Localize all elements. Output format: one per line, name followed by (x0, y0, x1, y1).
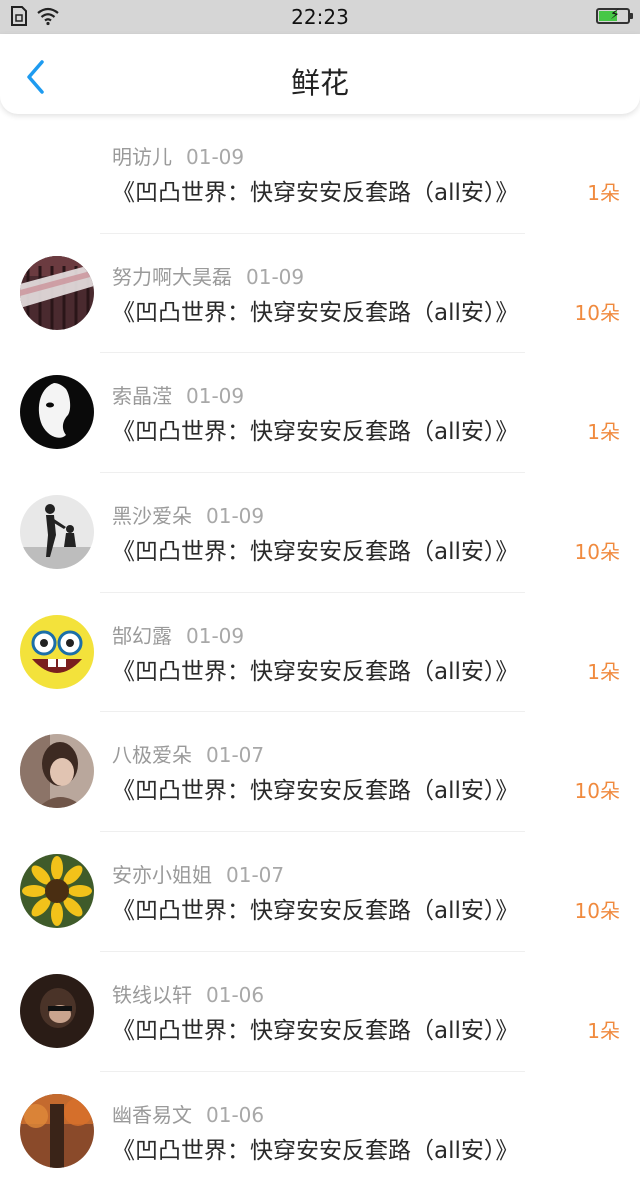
flower-count: 10朵 (575, 895, 620, 924)
avatar[interactable] (20, 615, 94, 689)
flower-count: 1朵 (587, 1015, 620, 1044)
user-name[interactable]: 郜幻露 (112, 624, 172, 648)
user-name[interactable]: 八极爱朵 (112, 743, 192, 767)
gift-date: 01-07 (226, 863, 284, 887)
avatar[interactable] (20, 256, 94, 330)
battery-icon: ⚡ (596, 8, 630, 24)
avatar[interactable] (20, 495, 94, 569)
list-item[interactable]: 努力啊大昊磊 01-09 《凹凸世界：快穿安安反套路（all安）》 10朵 (0, 234, 640, 354)
avatar[interactable] (20, 974, 94, 1048)
flower-count: 10朵 (575, 297, 620, 326)
book-title: 《凹凸世界：快穿安安反套路（all安）》 (112, 1131, 518, 1165)
list-item[interactable]: 黑沙爱朵 01-09 《凹凸世界：快穿安安反套路（all安）》 10朵 (0, 473, 640, 593)
list-item[interactable]: 八极爱朵 01-07 《凹凸世界：快穿安安反套路（all安）》 10朵 (0, 712, 640, 832)
status-time: 22:23 (0, 5, 640, 29)
flower-count: 1朵 (587, 656, 620, 685)
list-item[interactable]: 幽香易文 01-06 《凹凸世界：快穿安安反套路（all安）》 (0, 1072, 640, 1191)
gift-date: 01-09 (186, 145, 244, 169)
user-name[interactable]: 明访儿 (112, 145, 172, 169)
flower-count: 1朵 (587, 177, 620, 206)
user-name[interactable]: 努力啊大昊磊 (112, 265, 232, 289)
flower-count: 1朵 (587, 416, 620, 445)
nav-bar: 鲜花 (0, 34, 640, 114)
avatar[interactable] (20, 375, 94, 449)
list-item[interactable]: 索晶滢 01-09 《凹凸世界：快穿安安反套路（all安）》 1朵 (0, 353, 640, 473)
gift-date: 01-09 (186, 384, 244, 408)
gift-date: 01-09 (206, 504, 264, 528)
flower-count: 10朵 (575, 536, 620, 565)
gift-date: 01-06 (206, 983, 264, 1007)
status-bar: 22:23 ⚡ (0, 0, 640, 34)
user-name[interactable]: 铁线以轩 (112, 983, 192, 1007)
book-title: 《凹凸世界：快穿安安反套路（all安）》 (112, 173, 518, 207)
list-item[interactable]: 安亦小姐姐 01-07 《凹凸世界：快穿安安反套路（all安）》 10朵 (0, 832, 640, 952)
book-title: 《凹凸世界：快穿安安反套路（all安）》 (112, 1011, 518, 1045)
user-name[interactable]: 黑沙爱朵 (112, 504, 192, 528)
gift-date: 01-06 (206, 1103, 264, 1127)
list-item[interactable]: 明访儿 01-09 《凹凸世界：快穿安安反套路（all安）》 1朵 (0, 114, 640, 234)
avatar[interactable] (20, 734, 94, 808)
avatar[interactable] (20, 854, 94, 928)
book-title: 《凹凸世界：快穿安安反套路（all安）》 (112, 293, 518, 327)
gift-date: 01-09 (246, 265, 304, 289)
avatar[interactable] (20, 1094, 94, 1168)
page-title: 鲜花 (0, 60, 640, 102)
user-name[interactable]: 幽香易文 (112, 1103, 192, 1127)
book-title: 《凹凸世界：快穿安安反套路（all安）》 (112, 652, 518, 686)
gift-date: 01-09 (186, 624, 244, 648)
book-title: 《凹凸世界：快穿安安反套路（all安）》 (112, 412, 518, 446)
list-item[interactable]: 郜幻露 01-09 《凹凸世界：快穿安安反套路（all安）》 1朵 (0, 593, 640, 713)
book-title: 《凹凸世界：快穿安安反套路（all安）》 (112, 532, 518, 566)
list-item[interactable]: 铁线以轩 01-06 《凹凸世界：快穿安安反套路（all安）》 1朵 (0, 952, 640, 1072)
user-name[interactable]: 安亦小姐姐 (112, 863, 212, 887)
flower-gift-list: 明访儿 01-09 《凹凸世界：快穿安安反套路（all安）》 1朵 努力啊大昊磊 0… (0, 114, 640, 1191)
book-title: 《凹凸世界：快穿安安反套路（all安）》 (112, 891, 518, 925)
flower-count: 10朵 (575, 775, 620, 804)
book-title: 《凹凸世界：快穿安安反套路（all安）》 (112, 771, 518, 805)
gift-date: 01-07 (206, 743, 264, 767)
user-name[interactable]: 索晶滢 (112, 384, 172, 408)
